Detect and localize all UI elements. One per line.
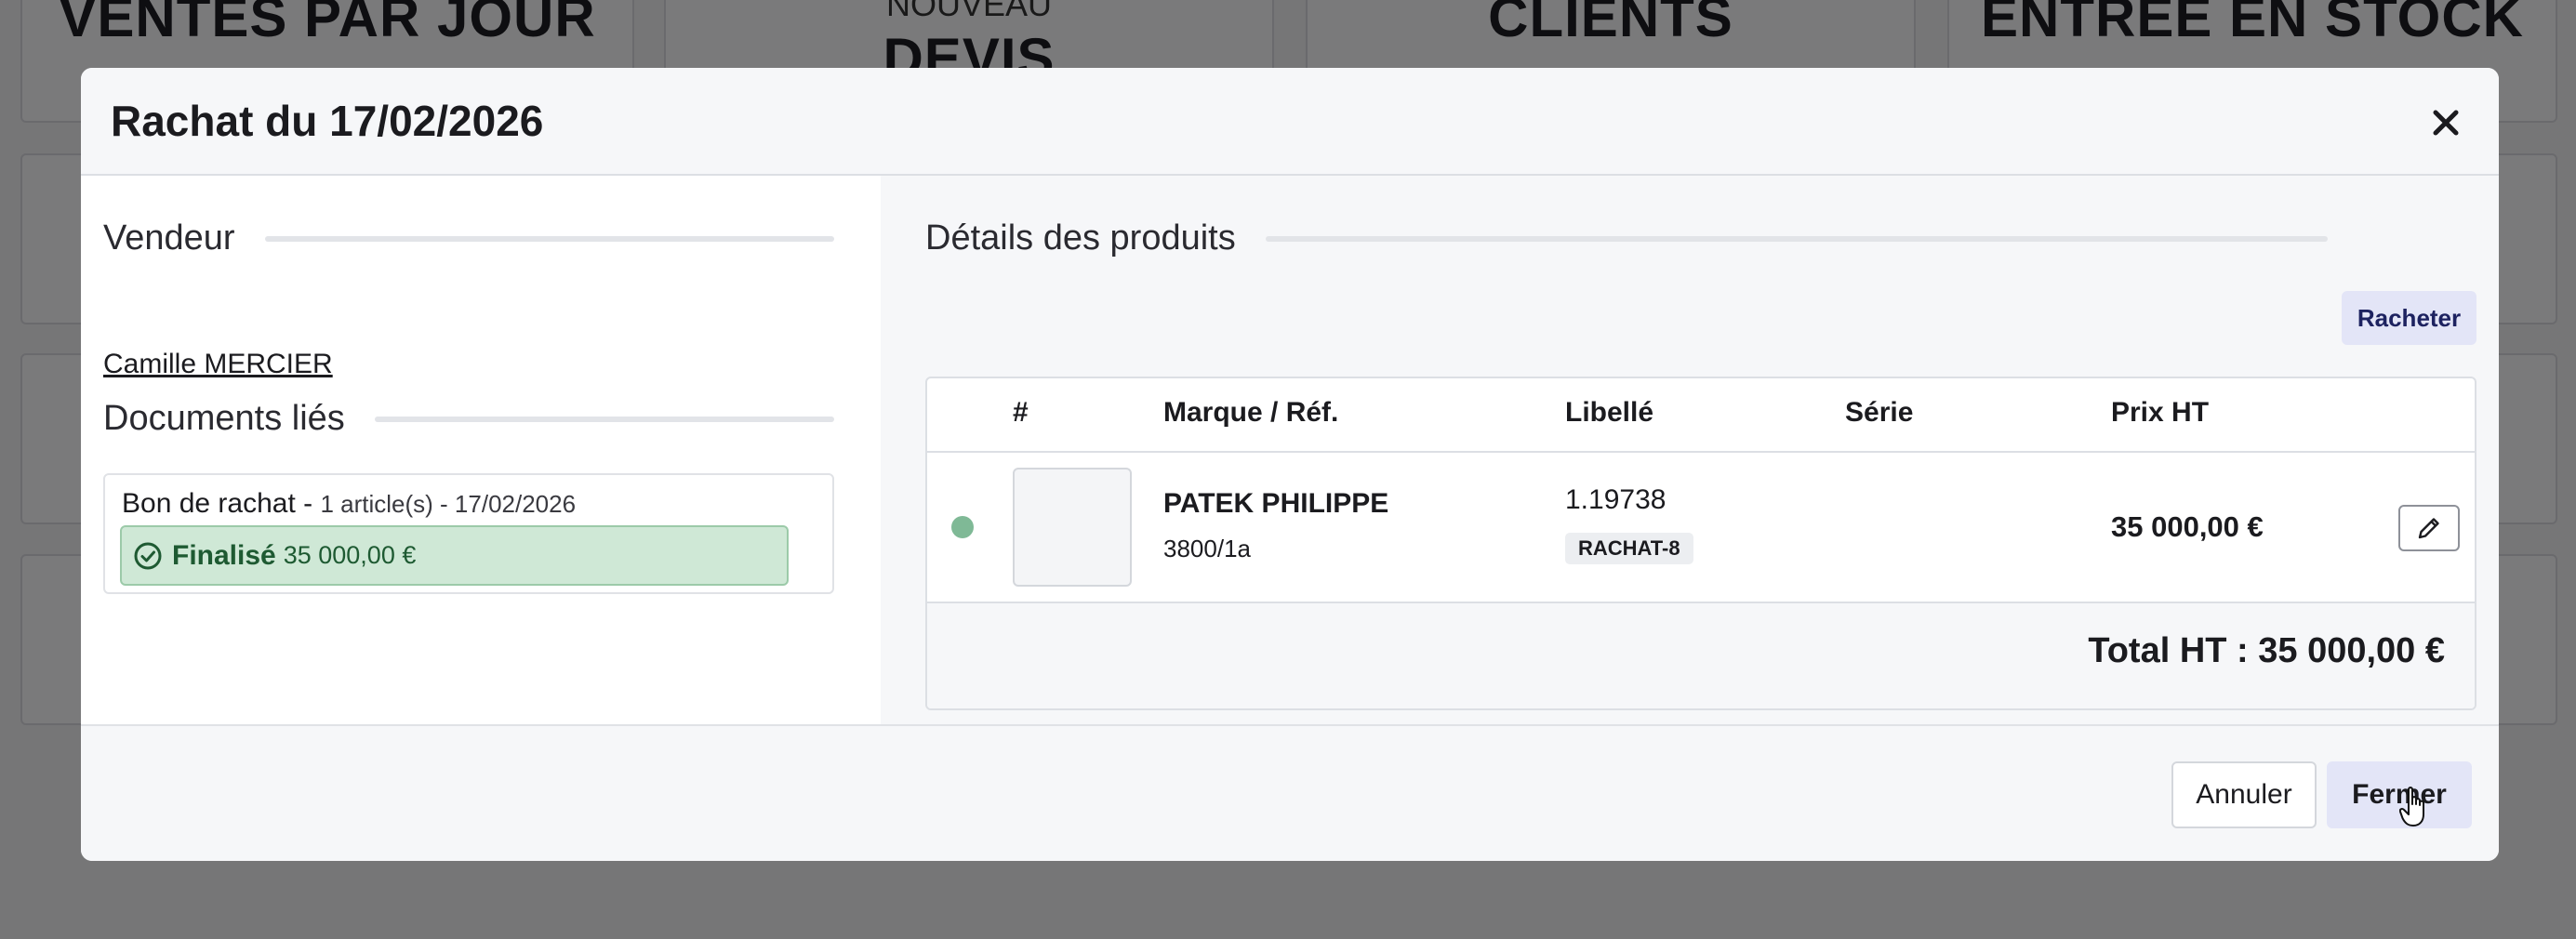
product-libelle: 1.19738 [1565, 484, 1666, 515]
seller-section-header: Vendeur [103, 218, 834, 258]
document-meta: 1 article(s) - 17/02/2026 [320, 490, 577, 518]
cancel-button[interactable]: Annuler [2171, 761, 2317, 828]
pencil-icon [2418, 518, 2439, 539]
column-header-libelle: Libellé [1565, 397, 1654, 428]
product-price: 35 000,00 € [2111, 510, 2264, 543]
edit-button[interactable] [2398, 505, 2460, 551]
status-text: Finalisé [172, 539, 276, 571]
products-heading: Détails des produits [925, 218, 1236, 258]
close-icon [2433, 110, 2459, 136]
total-ht: Total HT : 35 000,00 € [2088, 631, 2445, 670]
modal-footer: Annuler Fermer [81, 724, 2499, 861]
column-header-index: # [1013, 397, 1029, 428]
product-ref: 3800/1a [1163, 535, 1251, 562]
products-table: # Marque / Réf. Libellé Série Prix HT PA… [925, 377, 2476, 710]
seller-name-link[interactable]: Camille MERCIER [103, 349, 333, 380]
divider [264, 235, 834, 242]
status-badge: Finalisé 35 000,00 € [120, 525, 789, 586]
product-tag: RACHAT-8 [1565, 533, 1693, 564]
column-header-brand-ref: Marque / Réf. [1163, 397, 1339, 428]
products-panel: Détails des produits Racheter # Marque /… [881, 176, 2499, 724]
document-label: Bon de rachat - [122, 488, 313, 519]
racheter-button[interactable]: Racheter [2342, 291, 2476, 345]
seller-heading: Vendeur [103, 218, 235, 258]
close-button[interactable] [2419, 96, 2473, 150]
column-header-price: Prix HT [2111, 397, 2210, 428]
header-divider [927, 451, 2475, 453]
documents-section-header: Documents liés [103, 399, 834, 439]
product-thumbnail[interactable] [1013, 468, 1132, 587]
hand-cursor-icon [2399, 787, 2424, 827]
left-panel: Vendeur Camille MERCIER Documents liés B… [81, 176, 881, 724]
products-section-header: Détails des produits [925, 218, 2328, 258]
documents-heading: Documents liés [103, 399, 345, 438]
purchase-modal: Rachat du 17/02/2026 Vendeur Camille MER… [81, 68, 2499, 861]
divider [1265, 235, 2328, 242]
check-circle-icon [134, 542, 162, 569]
modal-header: Rachat du 17/02/2026 [81, 68, 2499, 176]
row-status-dot [951, 516, 974, 538]
document-line: Bon de rachat - 1 article(s) - 17/02/202… [122, 488, 576, 520]
linked-document-card[interactable]: Bon de rachat - 1 article(s) - 17/02/202… [103, 473, 834, 594]
modal-title: Rachat du 17/02/2026 [111, 97, 544, 145]
divider [374, 416, 834, 422]
status-amount: 35 000,00 € [283, 541, 417, 569]
column-header-serie: Série [1845, 397, 1914, 428]
product-brand: PATEK PHILIPPE [1163, 488, 1389, 519]
